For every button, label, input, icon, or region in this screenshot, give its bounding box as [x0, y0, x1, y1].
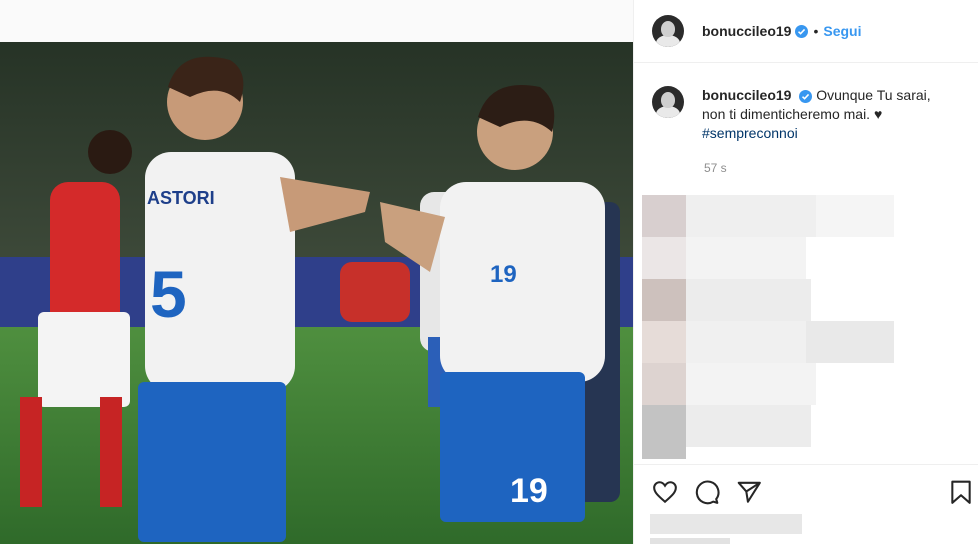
post-actions-bar: [634, 464, 978, 517]
left-jersey-name: ASTORI: [147, 188, 215, 208]
heart-icon[interactable]: [652, 479, 678, 505]
right-shorts-number: 19: [510, 472, 548, 510]
post-header: bonuccileo19 • Segui: [634, 0, 978, 63]
photo-illustration: ASTORI 5 19 19: [0, 42, 633, 544]
share-icon[interactable]: [736, 479, 762, 505]
post-side-panel: bonuccileo19 • Segui bonuccileo19 Ovunqu…: [633, 0, 978, 544]
page-top-strip: [0, 0, 633, 42]
username-link[interactable]: bonuccileo19: [702, 23, 791, 39]
comment-icon[interactable]: [694, 479, 720, 505]
background-player-kneeling: [340, 262, 410, 322]
right-jersey-number: 19: [490, 261, 517, 288]
caption-text-block: bonuccileo19 Ovunque Tu sarai, non ti di…: [702, 86, 957, 143]
caption-timestamp: 57 s: [704, 161, 727, 175]
caption-comment: bonuccileo19 Ovunque Tu sarai, non ti di…: [634, 86, 978, 143]
hashtag-link[interactable]: #sempreconnoi: [702, 125, 798, 141]
left-jersey-number: 5: [150, 257, 187, 331]
caption-username[interactable]: bonuccileo19: [702, 87, 791, 103]
post-photo[interactable]: ASTORI 5 19 19: [0, 42, 633, 544]
blurred-comments: [642, 195, 894, 461]
separator-dot: •: [813, 23, 819, 39]
avatar[interactable]: [652, 15, 684, 47]
blurred-date: [650, 538, 730, 544]
blurred-likes-count: [650, 514, 802, 534]
caption-avatar[interactable]: [652, 86, 684, 118]
caption-verified-icon: [799, 89, 813, 103]
follow-button[interactable]: Segui: [823, 23, 861, 39]
verified-icon: [795, 24, 809, 38]
bookmark-icon[interactable]: [948, 479, 974, 505]
